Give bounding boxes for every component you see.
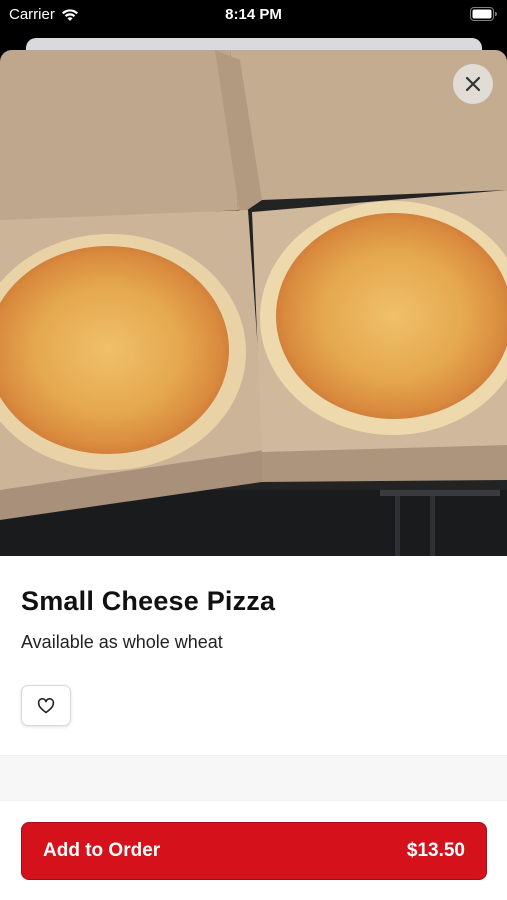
- section-divider: [0, 755, 507, 801]
- item-title: Small Cheese Pizza: [21, 586, 276, 616]
- favorite-button[interactable]: [21, 685, 71, 726]
- add-to-order-button[interactable]: Add to Order $13.50: [21, 822, 487, 880]
- item-description: Available as whole wheat: [21, 632, 223, 652]
- close-icon: [465, 76, 481, 92]
- heart-icon: [37, 697, 55, 713]
- item-detail-sheet: Small Cheese Pizza Available as whole wh…: [0, 50, 507, 900]
- pizza-photo: [0, 50, 507, 556]
- status-bar: Carrier 8:14 PM: [0, 0, 507, 30]
- item-price: $13.50: [406, 840, 465, 861]
- close-button[interactable]: [453, 64, 493, 104]
- add-to-order-label: Add to Order: [43, 840, 161, 861]
- status-time: 8:14 PM: [225, 6, 282, 23]
- battery-icon: [470, 7, 497, 21]
